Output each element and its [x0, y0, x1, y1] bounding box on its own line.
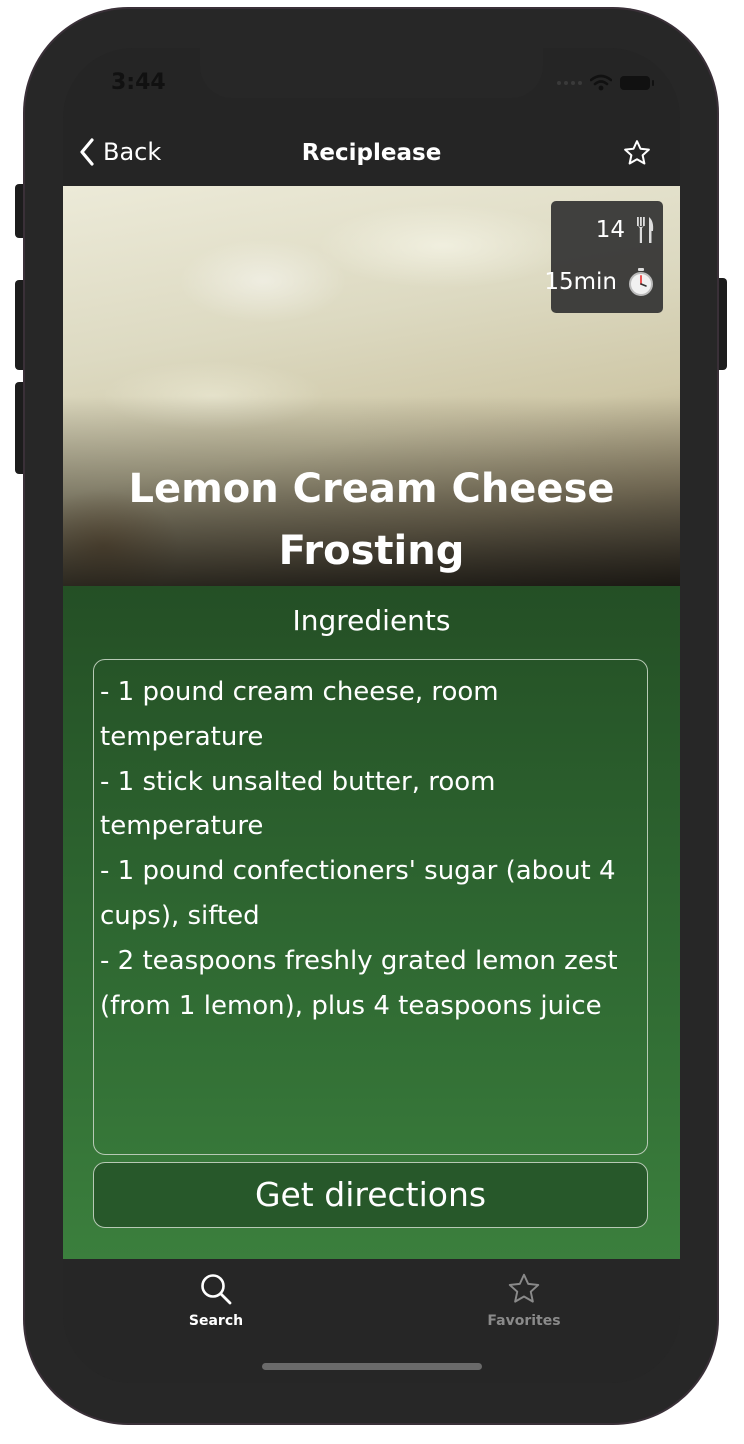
ingredient-item: - 1 pound confectioners' sugar (about 4 … — [100, 856, 616, 931]
tab-favorites-label: Favorites — [487, 1313, 561, 1329]
ingredients-heading: Ingredients — [292, 604, 451, 637]
navigation-bar: Back Reciplease — [63, 126, 680, 186]
get-directions-button[interactable]: Get directions — [93, 1162, 648, 1228]
battery-icon — [620, 75, 654, 90]
recipe-info-badge: 14 15min — [544, 201, 663, 313]
fork-knife-icon — [637, 217, 654, 243]
signal-icon — [557, 80, 582, 85]
time-value: 15min — [544, 269, 617, 295]
time-row: 15min — [544, 267, 655, 297]
tab-favorites[interactable]: Favorites — [464, 1271, 584, 1329]
tab-bar: Search Favorites — [63, 1259, 680, 1383]
home-indicator[interactable] — [262, 1363, 482, 1370]
status-time: 3:44 — [111, 70, 166, 95]
favorite-button[interactable] — [622, 138, 652, 172]
tab-search-label: Search — [188, 1313, 244, 1329]
status-icons — [557, 74, 654, 91]
recipe-image: Lemon Cream Cheese Frosting 14 15min — [63, 186, 680, 586]
star-outline-icon — [624, 140, 650, 165]
phone-screen: 3:44 Back Reciplease Lemon Cream Cheese … — [63, 48, 680, 1383]
stopwatch-icon — [629, 268, 653, 296]
notch — [200, 48, 543, 98]
ingredient-item: - 1 stick unsalted butter, room temperat… — [100, 766, 496, 842]
search-icon — [201, 1274, 232, 1305]
ingredient-item: - 1 pound cream cheese, room temperature — [100, 677, 499, 752]
ingredient-item: - 2 teaspoons freshly grated lemon zest … — [100, 945, 618, 1021]
recipe-details: Ingredients - 1 pound cream cheese, room… — [63, 586, 680, 1259]
wifi-icon — [590, 74, 612, 91]
ingredients-text-view[interactable]: - 1 pound cream cheese, room temperature… — [93, 659, 648, 1155]
servings-row: 14 — [596, 215, 655, 245]
star-icon — [508, 1273, 540, 1303]
servings-value: 14 — [595, 217, 625, 243]
tab-search[interactable]: Search — [156, 1271, 276, 1329]
nav-title: Reciplease — [301, 140, 442, 166]
recipe-title: Lemon Cream Cheese Frosting — [128, 466, 615, 574]
